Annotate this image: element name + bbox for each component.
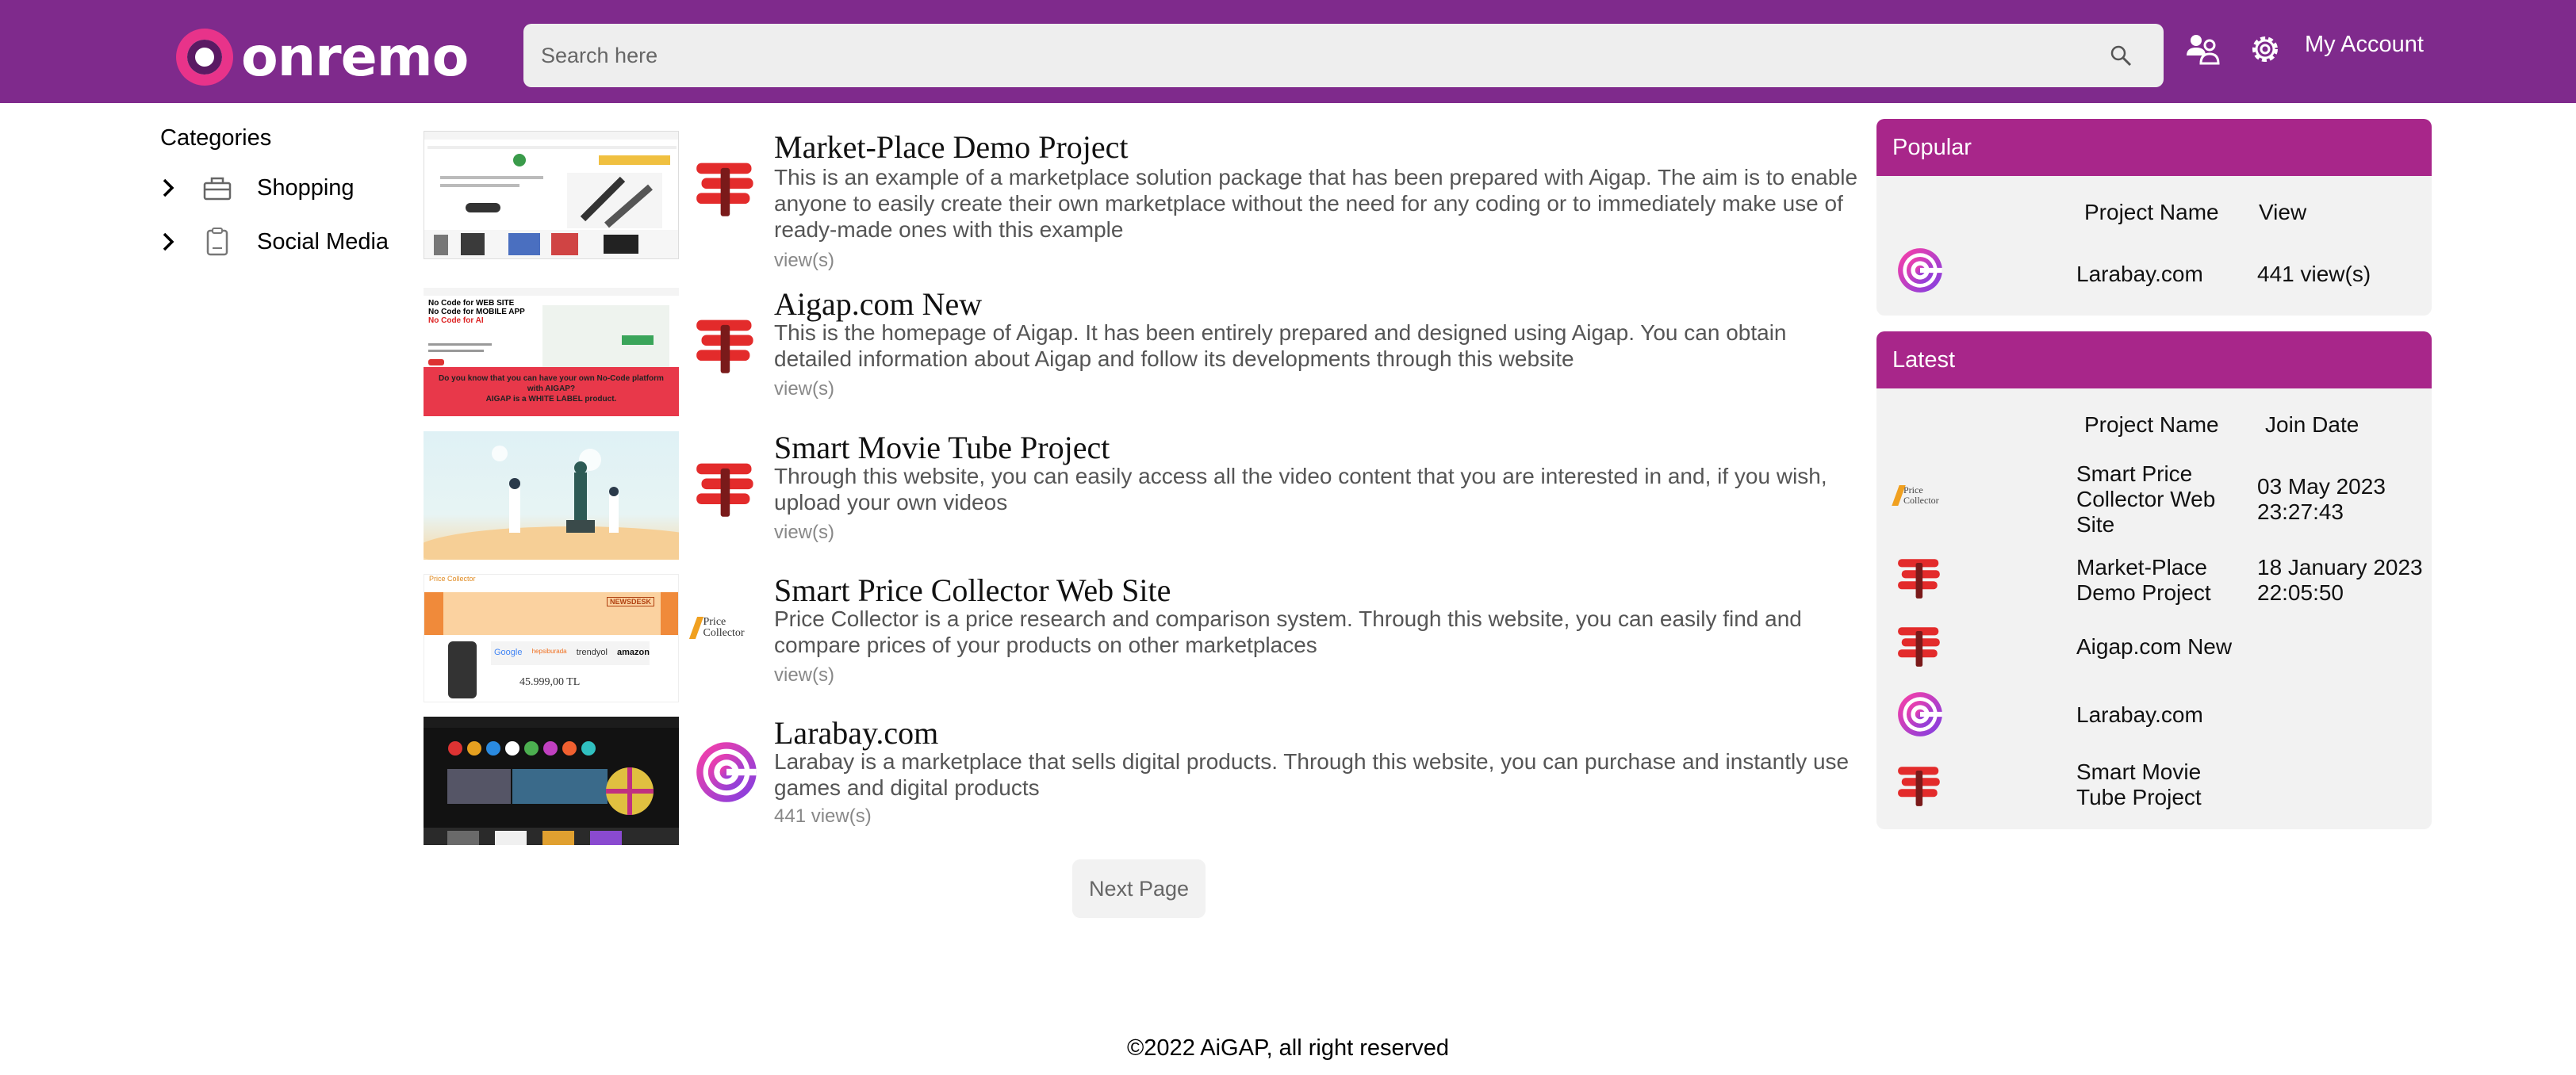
people-icon[interactable]: [2183, 29, 2224, 70]
project-card[interactable]: Market-Place Demo Project This is an exa…: [424, 131, 1867, 271]
project-thumbnail[interactable]: No Code for WEB SITE No Code for MOBILE …: [424, 288, 679, 416]
popular-title: Popular: [1876, 119, 2432, 176]
aigap-logo-icon: [693, 153, 760, 220]
category-label: Shopping: [257, 174, 355, 201]
col-header-project-name: Project Name: [2084, 200, 2219, 224]
top-navbar: onremo My Account: [0, 0, 2576, 103]
price-collector-logo-icon: Price Collector: [688, 595, 760, 661]
thumb-text: trendyol: [576, 648, 608, 657]
thumb-text: No Code for AI: [428, 316, 484, 325]
categories-title: Categories: [160, 125, 272, 151]
latest-project-name[interactable]: Larabay.com: [2076, 702, 2283, 728]
gear-icon[interactable]: [2244, 29, 2286, 70]
thumb-text: amazon: [617, 648, 650, 657]
project-thumbnail[interactable]: [424, 717, 679, 845]
next-page-button[interactable]: Next Page: [1072, 859, 1206, 918]
project-views: view(s): [774, 664, 834, 686]
thumb-text: 45.999,00 TL: [519, 676, 581, 688]
onremo-logo[interactable]: onremo: [176, 25, 469, 89]
thumb-text: AIGAP is a WHITE LABEL product.: [485, 395, 617, 404]
thumb-text: Price Collector: [703, 616, 745, 639]
marketplace-screenshot-image: [424, 132, 678, 258]
thumb-text: No Code for MOBILE APP: [428, 308, 525, 316]
project-thumbnail[interactable]: [424, 131, 679, 259]
project-title[interactable]: Larabay.com: [774, 717, 938, 750]
project-description: This is an example of a marketplace solu…: [774, 165, 1858, 242]
thumb-text: hepsiburada: [531, 648, 567, 655]
thumb-text: Google: [494, 648, 523, 657]
clipboard-icon: [206, 228, 228, 256]
larabay-logo-icon: [1896, 690, 1945, 739]
project-views: 441 view(s): [774, 805, 872, 827]
project-card[interactable]: No Code for WEB SITE No Code for MOBILE …: [424, 288, 1867, 416]
aigap-logo-icon: [1896, 552, 1945, 601]
logo-mark-icon: [176, 29, 233, 86]
price-collector-logo-icon: Price Collector: [1892, 471, 1945, 520]
project-description: This is the homepage of Aigap. It has be…: [774, 320, 1787, 371]
project-views: view(s): [774, 522, 834, 543]
popular-project-name[interactable]: Larabay.com: [2076, 262, 2203, 287]
col-header-join-date: Join Date: [2265, 412, 2359, 437]
thumb-text: Do you know that you can have your own N…: [439, 374, 664, 383]
project-card[interactable]: Price Collector NEWSDESK Google hepsibur…: [424, 574, 1867, 702]
search-icon[interactable]: [2110, 44, 2132, 67]
larabay-logo-icon: [1896, 246, 1945, 295]
chevron-right-icon[interactable]: [159, 230, 178, 254]
latest-title: Latest: [1876, 331, 2432, 388]
latest-project-name[interactable]: Smart Movie Tube Project: [2076, 759, 2235, 810]
latest-join-date: 03 May 2023 23:27:43: [2257, 474, 2386, 524]
thumb-text: No Code for WEB SITE: [428, 299, 515, 308]
col-header-view: View: [2259, 200, 2307, 224]
project-title[interactable]: Smart Movie Tube Project: [774, 431, 1110, 465]
thumb-text: NEWSDESK: [607, 597, 655, 606]
shopping-basket-icon: [203, 177, 232, 201]
larabay-logo-icon: [693, 739, 760, 805]
project-title[interactable]: Aigap.com New: [774, 288, 982, 321]
col-header-project-name: Project Name: [2084, 412, 2219, 437]
project-title[interactable]: Smart Price Collector Web Site: [774, 574, 1171, 607]
project-thumbnail[interactable]: [424, 431, 679, 560]
aigap-logo-icon: [693, 453, 760, 520]
chevron-right-icon[interactable]: [159, 176, 178, 200]
category-label: Social Media: [257, 228, 389, 254]
latest-panel: Latest Project Name Join Date Price Coll…: [1876, 331, 2432, 829]
project-views: view(s): [774, 250, 834, 271]
my-account-link[interactable]: My Account: [2305, 32, 2424, 58]
logo-text: Price Collector: [1903, 484, 1939, 506]
project-description: Price Collector is a price research and …: [774, 606, 1802, 657]
footer-copyright: ©2022 AiGAP, all right reserved: [1126, 1035, 1450, 1061]
search-input[interactable]: [523, 24, 2030, 87]
project-description: Larabay is a marketplace that sells digi…: [774, 749, 1850, 800]
project-card[interactable]: Larabay.com Larabay is a marketplace tha…: [424, 717, 1867, 845]
popular-panel: Popular Project Name View Larabay.com 44…: [1876, 119, 2432, 316]
latest-join-date: 18 January 2023 22:05:50: [2257, 555, 2423, 605]
aigap-logo-icon: [1896, 620, 1945, 669]
movie-tube-illustration-image: [424, 431, 679, 560]
search-bar: [523, 24, 2164, 87]
aigap-logo-icon: [1896, 759, 1945, 809]
larabay-screenshot-image: [424, 717, 679, 845]
project-views: view(s): [774, 378, 834, 400]
category-item-shopping[interactable]: Shopping: [159, 168, 355, 208]
latest-project-name[interactable]: Market-Place Demo Project: [2076, 555, 2235, 606]
popular-project-views: 441 view(s): [2257, 262, 2371, 286]
aigap-logo-icon: [693, 310, 760, 377]
thumb-text: with AIGAP?: [527, 384, 576, 393]
project-thumbnail[interactable]: Price Collector NEWSDESK Google hepsibur…: [424, 574, 679, 702]
latest-project-name[interactable]: Aigap.com New: [2076, 634, 2283, 660]
logo-text: onremo: [241, 25, 469, 89]
latest-project-name[interactable]: Smart Price Collector Web Site: [2076, 461, 2235, 538]
project-card[interactable]: Smart Movie Tube Project Through this we…: [424, 431, 1867, 560]
category-item-social-media[interactable]: Social Media: [159, 222, 389, 262]
project-description: Through this website, you can easily acc…: [774, 464, 1827, 515]
project-title[interactable]: Market-Place Demo Project: [774, 131, 1129, 164]
thumb-text: Price Collector: [429, 575, 476, 583]
